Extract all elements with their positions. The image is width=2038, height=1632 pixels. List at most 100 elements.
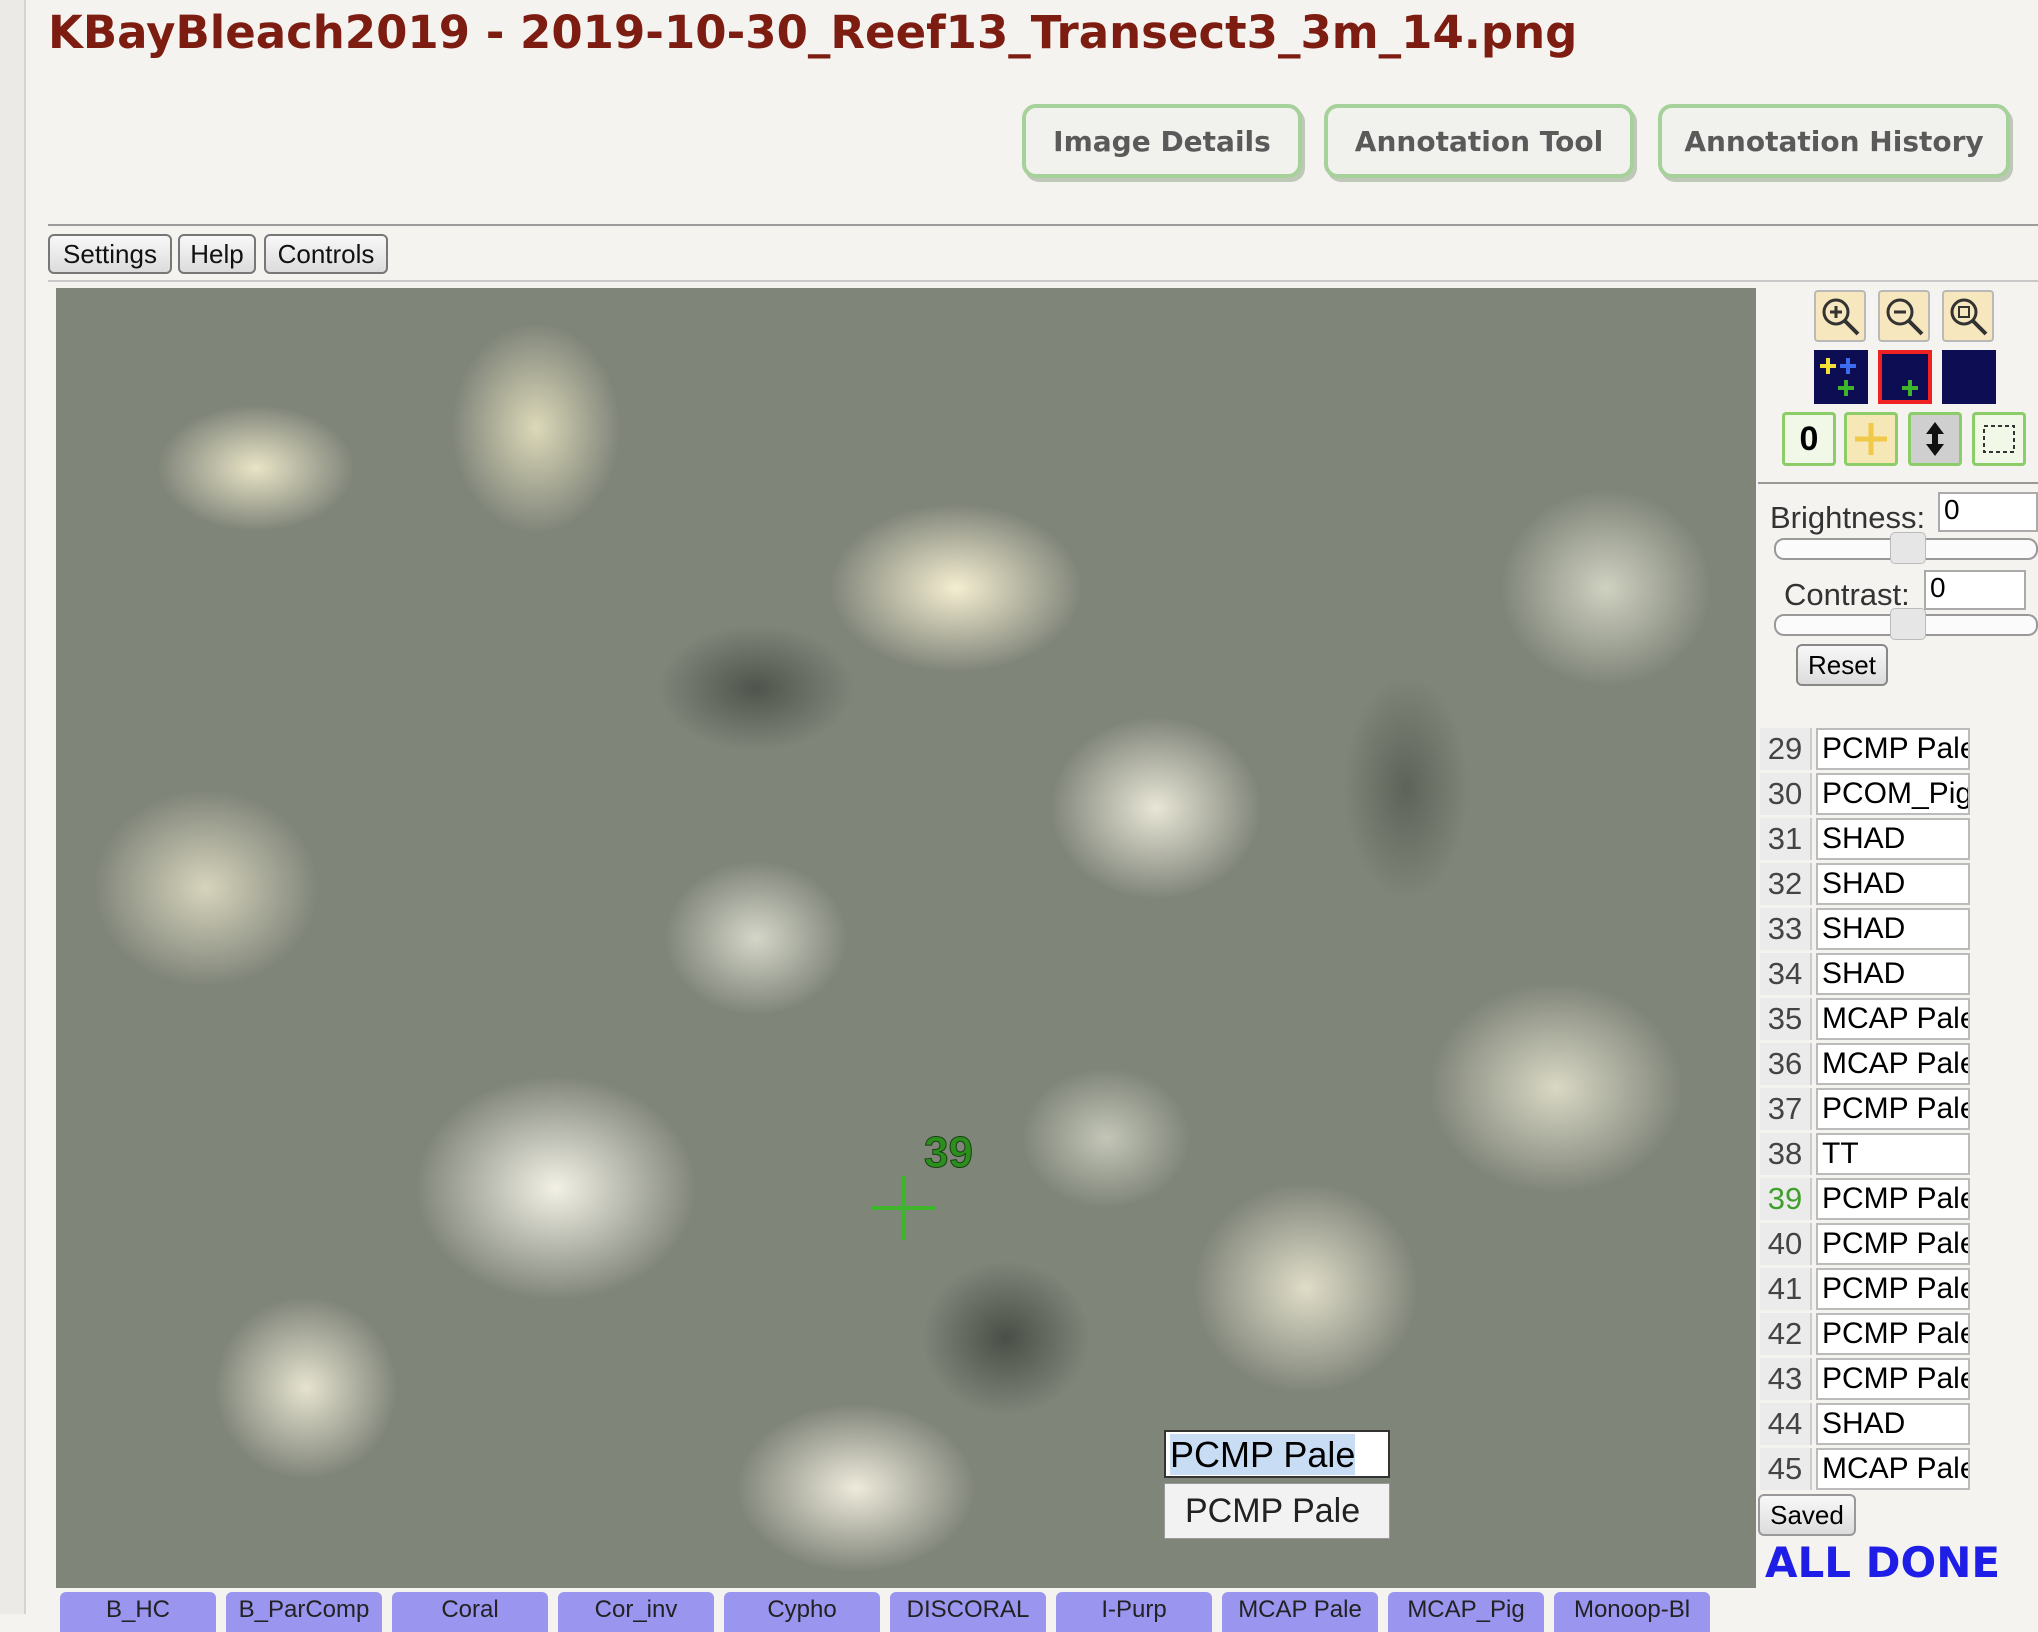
- settings-button[interactable]: Settings: [48, 234, 172, 274]
- point-label-field[interactable]: SHAD: [1816, 863, 1970, 905]
- list-item[interactable]: 36 MCAP Pale: [1758, 1043, 2038, 1087]
- zoom-out-icon: [1886, 298, 1924, 336]
- point-label-field[interactable]: PCOM_Pig: [1816, 773, 1970, 815]
- saved-button[interactable]: Saved: [1758, 1494, 1856, 1536]
- point-number: 45: [1760, 1448, 1812, 1490]
- list-item[interactable]: 44 SHAD: [1758, 1403, 2038, 1447]
- zoom-out-button[interactable]: [1878, 290, 1930, 342]
- point-label-field[interactable]: PCMP Pale: [1816, 728, 1970, 770]
- point-number: 35: [1760, 998, 1812, 1040]
- point-number: 42: [1760, 1313, 1812, 1355]
- point-number: 40: [1760, 1223, 1812, 1265]
- point-number: 36: [1760, 1043, 1812, 1085]
- point-number: 34: [1760, 953, 1812, 995]
- point-label-field[interactable]: PCMP Pale: [1816, 1313, 1970, 1355]
- point-number: 30: [1760, 773, 1812, 815]
- point-label-field[interactable]: PCMP Pale: [1816, 1088, 1970, 1130]
- label-tab[interactable]: Monoop-Bl: [1554, 1592, 1710, 1632]
- brightness-input[interactable]: 0: [1938, 492, 2038, 532]
- point-label-field[interactable]: MCAP Pale: [1816, 1448, 1970, 1490]
- hide-points-button[interactable]: [1942, 350, 1996, 404]
- point-label-field[interactable]: SHAD: [1816, 818, 1970, 860]
- contrast-label: Contrast:: [1784, 577, 1910, 612]
- point-label-field[interactable]: SHAD: [1816, 953, 1970, 995]
- brightness-slider-handle[interactable]: [1890, 532, 1926, 564]
- list-item[interactable]: 37 PCMP Pale: [1758, 1088, 2038, 1132]
- zoom-in-button[interactable]: [1814, 290, 1866, 342]
- point-label-field[interactable]: PCMP Pale: [1816, 1268, 1970, 1310]
- point-list[interactable]: 29 PCMP Pale 30 PCOM_Pig 31 SHAD 32 SHAD 33 S…: [1758, 700, 2038, 1490]
- crosshair-icon: [1855, 423, 1887, 455]
- dashed-box-button[interactable]: [1972, 412, 2026, 466]
- list-item[interactable]: 31 SHAD: [1758, 818, 2038, 862]
- point-number: 39: [1760, 1178, 1812, 1220]
- zoom-in-icon: [1822, 298, 1860, 336]
- brightness-label: Brightness:: [1770, 500, 1926, 535]
- selected-point-icon: [1902, 380, 1918, 396]
- list-item[interactable]: 40 PCMP Pale: [1758, 1223, 2038, 1267]
- image-details-button[interactable]: Image Details: [1022, 104, 1302, 178]
- point-label-field[interactable]: PCMP Pale: [1816, 1358, 1970, 1400]
- left-edge: [0, 0, 26, 1614]
- point-number: 29: [1760, 728, 1812, 770]
- point-counter-button[interactable]: 0: [1782, 412, 1836, 466]
- vertical-arrows-button[interactable]: [1908, 412, 1962, 466]
- point-marker-number: 39: [924, 1128, 974, 1178]
- show-all-points-button[interactable]: [1814, 350, 1868, 404]
- header-divider: [48, 224, 2038, 226]
- label-tab[interactable]: MCAP_Pig: [1388, 1592, 1544, 1632]
- point-number: 32: [1760, 863, 1812, 905]
- toolbar-divider: [48, 280, 2038, 282]
- point-number: 41: [1760, 1268, 1812, 1310]
- contrast-slider-handle[interactable]: [1890, 608, 1926, 640]
- label-suggestion[interactable]: PCMP Pale: [1164, 1483, 1390, 1539]
- image-canvas[interactable]: 39 PCMP Pale PCMP Pale: [56, 288, 1756, 1588]
- list-item[interactable]: 41 PCMP Pale: [1758, 1268, 2038, 1312]
- crosshair-button[interactable]: [1844, 412, 1898, 466]
- label-tab[interactable]: DISCORAL: [890, 1592, 1046, 1632]
- point-label-field[interactable]: SHAD: [1816, 908, 1970, 950]
- point-label-input[interactable]: PCMP Pale: [1164, 1430, 1390, 1478]
- contrast-input[interactable]: 0: [1924, 570, 2026, 610]
- point-label-field[interactable]: TT: [1816, 1133, 1970, 1175]
- zoom-fit-icon: [1950, 298, 1988, 336]
- dashed-box-icon: [1983, 425, 2015, 453]
- point-label-field[interactable]: PCMP Pale: [1816, 1178, 1970, 1220]
- annotation-history-button[interactable]: Annotation History: [1658, 104, 2010, 178]
- list-item[interactable]: 38 TT: [1758, 1133, 2038, 1177]
- label-tab[interactable]: Coral: [392, 1592, 548, 1632]
- point-label-field[interactable]: MCAP Pale: [1816, 1043, 1970, 1085]
- zoom-fit-button[interactable]: [1942, 290, 1994, 342]
- label-tab[interactable]: I-Purp: [1056, 1592, 1212, 1632]
- point-label-input-text: PCMP Pale: [1170, 1434, 1356, 1475]
- list-item[interactable]: 33 SHAD: [1758, 908, 2038, 952]
- list-item-current[interactable]: 39 PCMP Pale: [1758, 1178, 2038, 1222]
- point-label-field[interactable]: PCMP Pale: [1816, 1223, 1970, 1265]
- list-item[interactable]: 34 SHAD: [1758, 953, 2038, 997]
- point-label-field[interactable]: MCAP Pale: [1816, 998, 1970, 1040]
- list-item[interactable]: 30 PCOM_Pig: [1758, 773, 2038, 817]
- point-label-field[interactable]: SHAD: [1816, 1403, 1970, 1445]
- label-tab[interactable]: B_ParComp: [226, 1592, 382, 1632]
- list-item[interactable]: 43 PCMP Pale: [1758, 1358, 2038, 1402]
- point-number: 33: [1760, 908, 1812, 950]
- show-selected-point-button[interactable]: [1878, 350, 1932, 404]
- help-button[interactable]: Help: [178, 234, 256, 274]
- label-tab[interactable]: B_HC: [60, 1592, 216, 1632]
- controls-button[interactable]: Controls: [264, 234, 388, 274]
- list-item[interactable]: 32 SHAD: [1758, 863, 2038, 907]
- point-number: 38: [1760, 1133, 1812, 1175]
- label-tab[interactable]: Cypho: [724, 1592, 880, 1632]
- point-number: 37: [1760, 1088, 1812, 1130]
- annotation-tool-button[interactable]: Annotation Tool: [1324, 104, 1634, 178]
- list-item[interactable]: 29 PCMP Pale: [1758, 728, 2038, 772]
- page-title: KBayBleach2019 - 2019-10-30_Reef13_Trans…: [48, 6, 1578, 59]
- reset-button[interactable]: Reset: [1796, 644, 1888, 686]
- label-tab[interactable]: MCAP Pale: [1222, 1592, 1378, 1632]
- point-marker[interactable]: [872, 1176, 936, 1240]
- list-item[interactable]: 42 PCMP Pale: [1758, 1313, 2038, 1357]
- all-done-status: ALL DONE: [1765, 1538, 2001, 1587]
- label-tab[interactable]: Cor_inv: [558, 1592, 714, 1632]
- list-item[interactable]: 45 MCAP Pale: [1758, 1448, 2038, 1490]
- list-item[interactable]: 35 MCAP Pale: [1758, 998, 2038, 1042]
